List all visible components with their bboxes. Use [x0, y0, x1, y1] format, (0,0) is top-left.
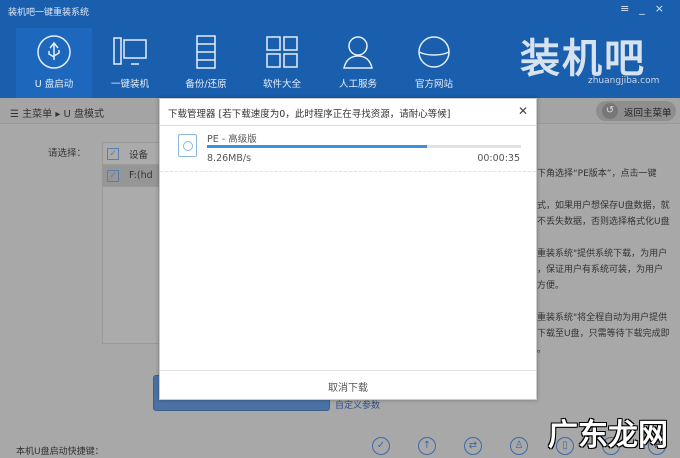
check-icon[interactable]: ✓: [372, 437, 390, 455]
nav-one-click-install[interactable]: 一键装机: [92, 28, 168, 98]
download-speed: 8.26MB/s: [207, 153, 252, 164]
dialog-title: 下载管理器 [若下载速度为0，此时程序正在寻找资源，请耐心等候]: [168, 109, 451, 120]
nav-website[interactable]: 官方网站: [396, 28, 472, 98]
back-to-main-button[interactable]: ↺ 返回主菜单: [596, 101, 676, 121]
disc-file-icon: [178, 134, 197, 157]
dialog-header: 下载管理器 [若下载速度为0，此时程序正在寻找资源，请耐心等候] ✕: [160, 99, 536, 126]
row-checkbox[interactable]: ✓: [107, 169, 119, 182]
table-header: ✓ 设备: [103, 143, 161, 165]
download-item: PE - 高级版 8.26MB/s 00:00:35: [160, 126, 536, 172]
download-manager-dialog: 下载管理器 [若下载速度为0，此时程序正在寻找资源，请耐心等候] ✕ PE - 高…: [159, 98, 537, 400]
select-all-checkbox[interactable]: ✓: [107, 147, 119, 160]
table-row[interactable]: ✓ F:(hd: [103, 165, 161, 187]
menu-button[interactable]: ≡: [620, 2, 639, 15]
watermark: 广东龙网: [548, 418, 668, 453]
nav-service[interactable]: 人工服务: [320, 28, 396, 98]
close-button[interactable]: ×: [655, 2, 674, 15]
upgrade-icon[interactable]: ↑: [418, 437, 436, 455]
download-time: 00:00:35: [477, 153, 520, 164]
usb-tool-icon[interactable]: ♙: [510, 437, 528, 455]
close-icon[interactable]: ✕: [518, 104, 528, 118]
logo-url: zhuangjiba.com: [588, 76, 660, 86]
user-service-icon: [343, 36, 373, 69]
nav-software[interactable]: 软件大全: [244, 28, 320, 98]
hotkey-label: 本机U盘启动快捷键：: [16, 447, 104, 457]
device-table: ✓ 设备 ✓ F:(hd: [102, 142, 162, 344]
instructions-text: 下角选择“PE版本”，点击一键 式，如果用户想保存U盘数据，就 不丢失数据，否则选…: [537, 169, 670, 355]
nav-usb-boot[interactable]: U 盘启动: [16, 28, 92, 98]
computer-icon: [113, 37, 147, 65]
progress-bar: [207, 145, 521, 148]
convert-icon[interactable]: ⇄: [464, 437, 482, 455]
globe-icon: [418, 36, 450, 68]
header: 装机吧一键重装系统 ≡_× U 盘启动 一键装机 备份/还原 软件大全 人工服务…: [0, 0, 680, 98]
usb-icon: [37, 35, 71, 69]
back-arrow-icon: ↺: [602, 103, 618, 119]
minimize-button[interactable]: _: [639, 2, 655, 15]
progress-fill: [207, 145, 427, 148]
download-name: PE - 高级版: [207, 134, 257, 145]
backup-icon: [196, 35, 216, 69]
apps-grid-icon: [266, 36, 298, 68]
breadcrumb: ☰ 主菜单 ▸ U 盘模式: [10, 109, 105, 120]
window-title: 装机吧一键重装系统: [8, 8, 90, 18]
cancel-download-button[interactable]: 取消下载: [160, 370, 536, 399]
breadcrumb-current: U 盘模式: [63, 109, 105, 120]
main-nav: U 盘启动 一键装机 备份/还原 软件大全 人工服务 官方网站: [16, 28, 472, 98]
breadcrumb-root[interactable]: 主菜单: [22, 109, 52, 120]
select-label: 请选择：: [48, 148, 87, 159]
list-icon: ☰: [10, 109, 23, 120]
nav-backup-restore[interactable]: 备份/还原: [168, 28, 244, 98]
window-controls: ≡_×: [620, 2, 674, 15]
